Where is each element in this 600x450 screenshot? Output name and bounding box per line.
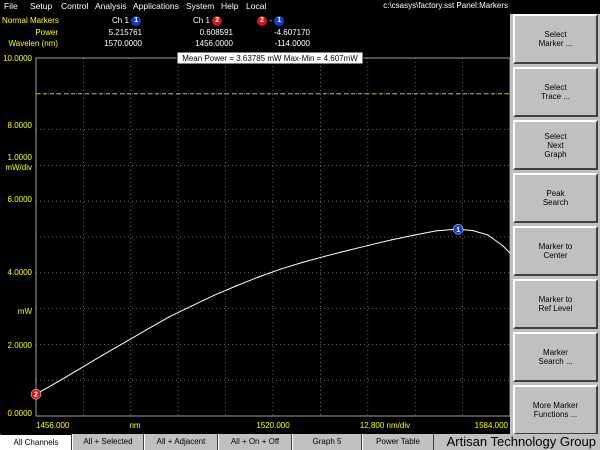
x-scale-label: 12.800 nm/div	[360, 421, 410, 430]
menu-bar: File Setup Control Analysis Applications…	[0, 0, 510, 14]
tab-all-channels[interactable]: All Channels	[0, 434, 72, 450]
trace-point	[257, 276, 259, 278]
menu-local[interactable]: Local	[246, 1, 266, 11]
trace-point	[124, 341, 126, 343]
trace-point	[57, 381, 59, 383]
trace-point	[346, 250, 348, 252]
y-label-6: 6.0000	[8, 195, 33, 204]
power-col1: 5.215761	[108, 28, 142, 37]
select-next-graph-button[interactable]: Select Next Graph	[513, 120, 598, 170]
tab-all-adjacent[interactable]: All + Adjacent	[144, 434, 218, 450]
y-label-10: 10.0000	[3, 54, 32, 63]
y-label-0: 0.0000	[8, 409, 33, 418]
tab-all-selected[interactable]: All + Selected	[72, 434, 144, 450]
marker-1-badge: 1	[131, 16, 142, 26]
x-label-end: 1584.000	[475, 421, 509, 430]
tab-all-on-off[interactable]: All + On + Off	[218, 434, 292, 450]
graph-canvas[interactable]: Mean Power = 3.63785 mW Max-Min = 4.607m…	[0, 50, 511, 434]
trace-point	[472, 230, 474, 232]
trace-point	[235, 285, 237, 287]
menu-applications[interactable]: Applications	[133, 1, 179, 11]
softkey-panel: Select Marker ... Select Trace ... Selec…	[510, 14, 600, 435]
menu-help[interactable]: Help	[221, 1, 238, 11]
y-label-8: 8.0000	[8, 121, 33, 130]
delta-dash: -	[269, 16, 272, 26]
col2-header: Ch 1 2	[193, 16, 223, 26]
peak-search-button[interactable]: Peak Search	[513, 173, 598, 223]
trace-point	[502, 245, 504, 247]
menu-control[interactable]: Control	[61, 1, 88, 11]
x-label-start: 1456.000	[36, 421, 70, 430]
watermark: Artisan Technology Group	[446, 434, 596, 449]
col2-header-text: Ch 1	[193, 16, 210, 26]
trace-point	[390, 239, 393, 241]
graph-background	[0, 50, 510, 434]
x-unit-label: nm	[129, 421, 140, 430]
trace-point	[79, 367, 81, 369]
trace-point	[279, 268, 281, 270]
col1-header: Ch 1 1	[112, 16, 142, 26]
trace-point	[413, 234, 415, 236]
summary-text: Mean Power = 3.63785 mW Max-Min = 4.607m…	[182, 54, 358, 63]
y-unit-label: mW	[18, 307, 33, 316]
scale-unit: mW/div	[5, 163, 32, 172]
power-col2: 0.608591	[199, 28, 233, 37]
tab-power-table[interactable]: Power Table	[362, 434, 434, 450]
trace-point	[435, 230, 437, 232]
trace-point	[102, 354, 104, 356]
setup-file-path: c:\csasys\factory.sst Panel:Markers	[383, 1, 508, 10]
marker-readout: Normal Markers Power Wavelen (nm) Ch 1 1…	[0, 14, 510, 50]
scale-value: 1.0000	[8, 153, 33, 162]
marker-2-label: 2	[34, 392, 38, 399]
tab-graph-5[interactable]: Graph 5	[292, 434, 362, 450]
wavelength-label: Wavelen (nm)	[8, 39, 59, 48]
marker-search-button[interactable]: Marker Search ...	[513, 332, 598, 382]
x-label-center: 1520.000	[256, 421, 290, 430]
col3-header: 2 - 1	[257, 16, 285, 26]
marker-to-center-button[interactable]: Marker to Center	[513, 226, 598, 276]
readout-title: Normal Markers	[2, 16, 59, 25]
trace-point	[324, 255, 326, 257]
view-tabs: All Channels All + Selected All + Adjace…	[0, 434, 600, 450]
wavelength-col3: -114.0000	[274, 39, 310, 48]
y-label-2: 2.0000	[8, 341, 33, 350]
trace-point	[168, 316, 170, 318]
menu-system[interactable]: System	[186, 1, 214, 11]
trace-point	[213, 294, 215, 296]
col1-header-text: Ch 1	[112, 16, 129, 26]
select-trace-button[interactable]: Select Trace ...	[513, 67, 598, 117]
marker-1-label: 1	[456, 227, 460, 234]
power-col3: -4.607170	[273, 28, 310, 37]
more-marker-functions-button[interactable]: More Marker Functions ...	[513, 385, 598, 435]
trace-point	[302, 261, 304, 263]
menu-setup[interactable]: Setup	[30, 1, 52, 11]
trace-point	[146, 328, 148, 330]
y-label-4: 4.0000	[8, 268, 33, 277]
marker-1-delta-badge: 1	[274, 16, 285, 26]
menu-analysis[interactable]: Analysis	[95, 1, 127, 11]
power-label: Power	[35, 28, 58, 37]
marker-2-delta-badge: 2	[257, 16, 267, 26]
select-marker-button[interactable]: Select Marker ...	[513, 14, 598, 64]
power-graph[interactable]: Mean Power = 3.63785 mW Max-Min = 4.607m…	[0, 50, 511, 434]
menu-file[interactable]: File	[4, 1, 18, 11]
trace-point	[368, 244, 370, 246]
marker-to-ref-level-button[interactable]: Marker to Ref Level	[513, 279, 598, 329]
marker-2-badge: 2	[212, 16, 223, 26]
trace-point	[487, 234, 489, 236]
wavelength-col1: 1570.0000	[104, 39, 142, 48]
wavelength-col2: 1456.0000	[195, 39, 233, 48]
trace-point	[190, 305, 193, 307]
